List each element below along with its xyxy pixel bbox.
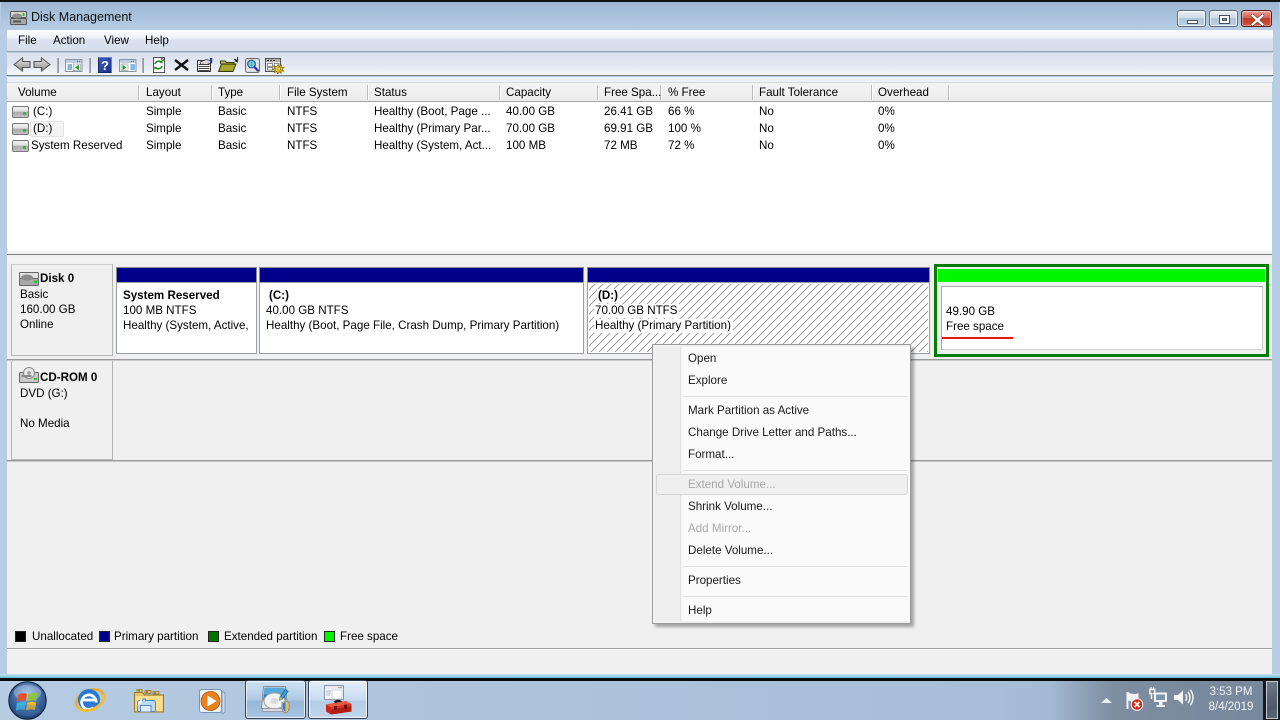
svg-text:?: ? [101,58,109,73]
